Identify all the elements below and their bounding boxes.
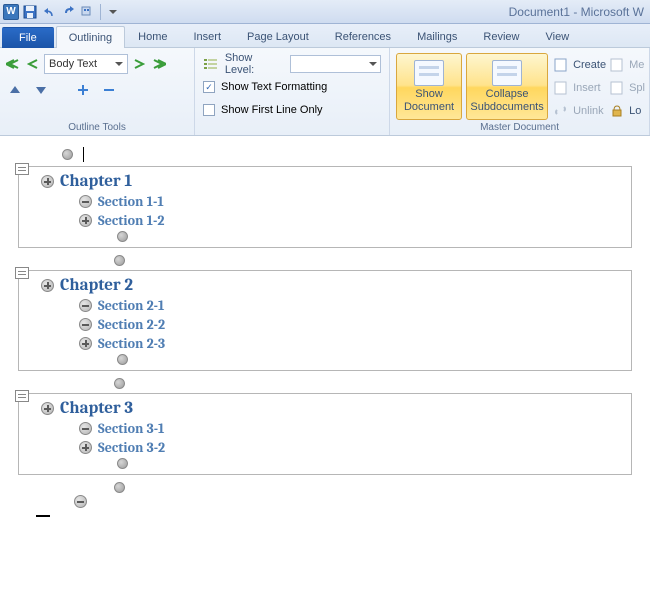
- section-heading[interactable]: Section 1-2: [98, 212, 164, 229]
- show-first-line-label: Show First Line Only: [221, 104, 322, 116]
- tab-mailings[interactable]: Mailings: [404, 25, 470, 47]
- qa-customize-icon[interactable]: [104, 3, 122, 21]
- show-document-icon: [414, 60, 444, 86]
- section-heading[interactable]: Section 2-2: [98, 316, 165, 333]
- qa-separator: [100, 4, 101, 20]
- promote-to-h1-icon[interactable]: [4, 54, 22, 74]
- section-heading[interactable]: Section 1-1: [98, 193, 164, 210]
- document-title: Document1 - Microsoft W: [509, 5, 648, 19]
- expand-marker-icon[interactable]: [41, 279, 54, 292]
- collapse-subdocs-label: Collapse Subdocuments: [469, 88, 545, 113]
- lock-subdoc-icon: [610, 104, 626, 118]
- merge-subdoc-icon: [610, 58, 626, 72]
- create-subdoc-button[interactable]: Create: [573, 59, 606, 71]
- body-text-bullet-icon[interactable]: [117, 231, 128, 242]
- move-up-icon[interactable]: [6, 80, 24, 100]
- ribbon-tabs: File Outlining Home Insert Page Layout R…: [0, 24, 650, 48]
- lock-subdoc-button[interactable]: Lo: [629, 105, 641, 117]
- outline-level-value: Body Text: [49, 58, 97, 70]
- tab-view[interactable]: View: [533, 25, 583, 47]
- save-icon[interactable]: [21, 3, 39, 21]
- tab-home[interactable]: Home: [125, 25, 180, 47]
- show-level-icon: [203, 57, 219, 71]
- qa-more-icon[interactable]: [78, 3, 96, 21]
- collapse-marker-icon[interactable]: [79, 318, 92, 331]
- section-heading[interactable]: Section 2-1: [98, 297, 164, 314]
- split-subdoc-button[interactable]: Spl: [629, 82, 645, 94]
- unlink-subdoc-icon: [554, 104, 570, 118]
- body-text-bullet-icon[interactable]: [114, 482, 125, 493]
- subdocument[interactable]: Chapter 1 Section 1-1 Section 1-2: [18, 166, 632, 248]
- collapse-marker-icon[interactable]: [74, 495, 87, 508]
- expand-marker-icon[interactable]: [79, 337, 92, 350]
- chapter-heading[interactable]: Chapter 3: [60, 399, 133, 418]
- text-cursor: [83, 147, 84, 162]
- show-level-select[interactable]: [290, 55, 381, 73]
- collapse-icon[interactable]: [100, 80, 118, 100]
- ribbon: Body Text Outline Tools Show Level: ✓: [0, 48, 650, 136]
- insert-subdoc-button[interactable]: Insert: [573, 82, 601, 94]
- split-subdoc-icon: [610, 81, 626, 95]
- expand-marker-icon[interactable]: [79, 441, 92, 454]
- show-document-button[interactable]: Show Document: [396, 53, 462, 120]
- show-document-label: Show Document: [399, 88, 459, 113]
- subdoc-icon[interactable]: [15, 390, 29, 402]
- tab-insert[interactable]: Insert: [181, 25, 235, 47]
- subdoc-icon[interactable]: [15, 267, 29, 279]
- subdoc-icon[interactable]: [15, 163, 29, 175]
- tab-references[interactable]: References: [322, 25, 404, 47]
- unlink-subdoc-button[interactable]: Unlink: [573, 105, 604, 117]
- expand-marker-icon[interactable]: [41, 175, 54, 188]
- merge-subdoc-button[interactable]: Me: [629, 59, 644, 71]
- section-heading[interactable]: Section 3-1: [98, 420, 164, 437]
- tab-outlining[interactable]: Outlining: [56, 26, 125, 48]
- show-text-formatting-label: Show Text Formatting: [221, 81, 327, 93]
- promote-icon[interactable]: [24, 54, 42, 74]
- collapse-marker-icon[interactable]: [79, 422, 92, 435]
- undo-icon[interactable]: [40, 3, 58, 21]
- show-text-formatting-checkbox[interactable]: ✓: [203, 81, 215, 93]
- collapse-marker-icon[interactable]: [79, 195, 92, 208]
- body-text-bullet-icon[interactable]: [114, 378, 125, 389]
- subdocument[interactable]: Chapter 2 Section 2-1 Section 2-2 Section 2…: [18, 270, 632, 371]
- collapse-subdocs-icon: [492, 60, 522, 86]
- body-text-bullet-icon[interactable]: [117, 354, 128, 365]
- show-level-label: Show Level:: [225, 52, 284, 76]
- create-subdoc-icon: [554, 58, 570, 72]
- redo-icon[interactable]: [59, 3, 77, 21]
- word-logo-icon: W: [2, 3, 20, 21]
- end-of-doc-mark: [36, 515, 50, 517]
- move-down-icon[interactable]: [32, 80, 50, 100]
- document-area[interactable]: Chapter 1 Section 1-1 Section 1-2 Chapter 2…: [0, 136, 650, 527]
- body-text-bullet-icon[interactable]: [62, 149, 73, 160]
- tab-review[interactable]: Review: [470, 25, 532, 47]
- body-text-bullet-icon[interactable]: [114, 255, 125, 266]
- title-bar: W Document1 - Microsoft W: [0, 0, 650, 24]
- expand-marker-icon[interactable]: [79, 214, 92, 227]
- expand-marker-icon[interactable]: [41, 402, 54, 415]
- tab-page-layout[interactable]: Page Layout: [234, 25, 322, 47]
- outline-level-select[interactable]: Body Text: [44, 54, 128, 74]
- collapse-subdocs-button[interactable]: Collapse Subdocuments: [466, 53, 548, 120]
- chapter-heading[interactable]: Chapter 2: [60, 276, 133, 295]
- collapse-marker-icon[interactable]: [79, 299, 92, 312]
- expand-icon[interactable]: [74, 80, 92, 100]
- group-master-document-label: Master Document: [394, 121, 645, 134]
- demote-to-body-icon[interactable]: [150, 54, 168, 74]
- group-outline-tools-label: Outline Tools: [4, 121, 190, 134]
- tab-file[interactable]: File: [2, 27, 54, 48]
- demote-icon[interactable]: [130, 54, 148, 74]
- show-first-line-checkbox[interactable]: [203, 104, 215, 116]
- section-heading[interactable]: Section 2-3: [98, 335, 165, 352]
- insert-subdoc-icon: [554, 81, 570, 95]
- body-text-bullet-icon[interactable]: [117, 458, 128, 469]
- chapter-heading[interactable]: Chapter 1: [60, 172, 132, 191]
- section-heading[interactable]: Section 3-2: [98, 439, 165, 456]
- subdocument[interactable]: Chapter 3 Section 3-1 Section 3-2: [18, 393, 632, 475]
